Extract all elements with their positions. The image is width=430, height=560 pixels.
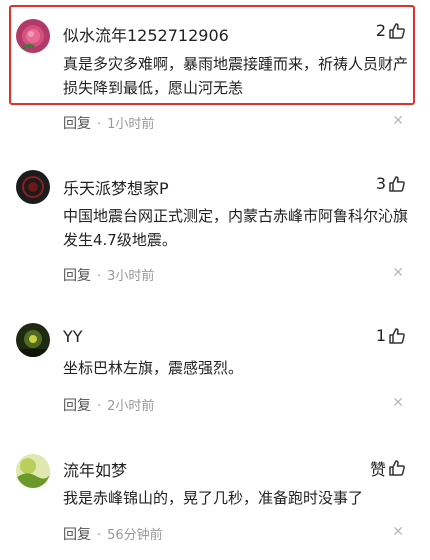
username[interactable]: 流年如梦 <box>63 457 127 481</box>
comment-text: 中国地震台网正式测定，内蒙古赤峰市阿鲁科尔沁旗发生4.7级地震。 <box>63 207 409 249</box>
timestamp: 2小时前 <box>107 399 155 414</box>
reply-button[interactable]: 回复 <box>63 398 91 414</box>
avatar[interactable] <box>16 323 50 357</box>
comment-meta: 回复 · 3小时前 <box>63 265 154 285</box>
reply-button[interactable]: 回复 <box>63 268 91 284</box>
close-icon[interactable]: ✕ <box>392 524 404 540</box>
timestamp: 1小时前 <box>107 117 155 132</box>
comment-meta: 回复 · 56分钟前 <box>63 524 163 544</box>
timestamp: 3小时前 <box>107 269 155 284</box>
thumbs-up-icon <box>389 175 405 192</box>
comment-text: 真是多灾多难啊，暴雨地震接踵而来，祈祷人员财产损失降到最低，愿山河无恙 <box>63 55 409 97</box>
like-button[interactable]: 3 <box>376 174 406 193</box>
thumbs-up-icon <box>389 460 405 476</box>
separator-dot: · <box>97 528 102 543</box>
like-count: 赞 <box>369 460 386 479</box>
username[interactable]: YY <box>63 327 83 346</box>
separator-dot: · <box>97 399 102 414</box>
like-count: 1 <box>375 326 386 345</box>
comment-meta: 回复 · 1小时前 <box>63 113 154 133</box>
reply-button[interactable]: 回复 <box>63 116 91 132</box>
close-icon[interactable]: ✕ <box>392 395 404 411</box>
close-icon[interactable]: ✕ <box>392 113 404 129</box>
avatar[interactable] <box>16 170 50 204</box>
thumbs-up-icon <box>389 327 405 344</box>
comment-meta: 回复 · 2小时前 <box>63 395 154 415</box>
like-button[interactable]: 2 <box>376 21 406 40</box>
like-button[interactable]: 赞 <box>370 456 406 480</box>
avatar[interactable] <box>16 19 50 53</box>
thumbs-up-icon <box>389 22 405 39</box>
reply-button[interactable]: 回复 <box>63 527 91 543</box>
username[interactable]: 乐天派梦想家P <box>63 175 169 199</box>
avatar[interactable] <box>16 454 50 488</box>
night-scene-avatar-icon <box>16 323 50 357</box>
comment-text: 我是赤峰锦山的，晃了几秒，准备跑时没事了 <box>63 489 364 507</box>
close-icon[interactable]: ✕ <box>392 265 404 281</box>
like-button[interactable]: 1 <box>376 326 406 345</box>
green-landscape-avatar-icon <box>16 454 50 488</box>
comment-text: 坐标巴林左旗，震感强烈。 <box>63 359 244 377</box>
separator-dot: · <box>97 269 102 284</box>
dark-emblem-avatar-icon <box>16 170 50 204</box>
timestamp: 56分钟前 <box>107 528 163 543</box>
like-count: 3 <box>375 174 386 193</box>
like-count: 2 <box>375 21 386 40</box>
username[interactable]: 似水流年1252712906 <box>63 22 229 46</box>
rose-flower-avatar-icon <box>16 19 50 53</box>
separator-dot: · <box>97 117 102 132</box>
